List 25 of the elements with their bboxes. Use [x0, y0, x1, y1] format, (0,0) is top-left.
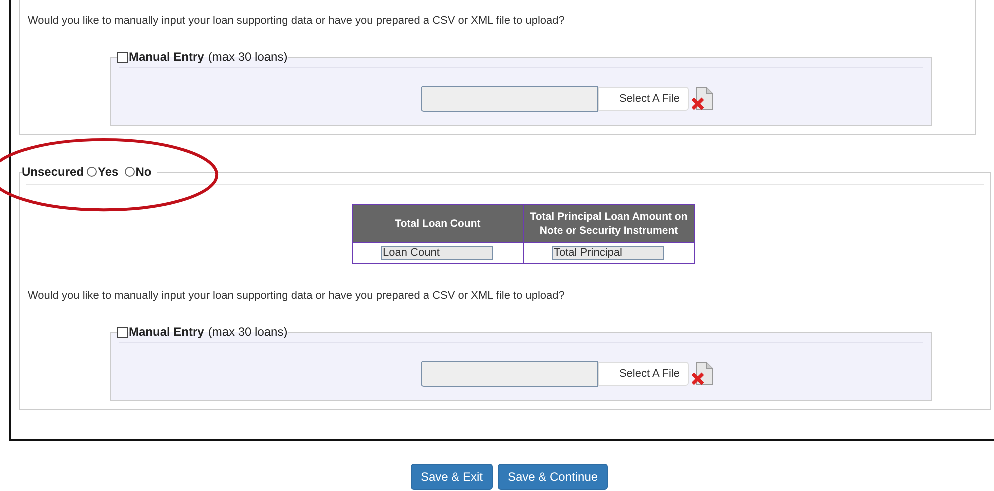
file-path-field[interactable]: [421, 86, 598, 112]
manual-entry-note: (max 30 loans): [208, 50, 288, 64]
radio-button[interactable]: [124, 167, 135, 177]
manual-entry-checkbox[interactable]: [117, 326, 128, 338]
upload-question: Would you like to manually input your loan supporting data or have you prepared a CSV or XML file to upload?: [28, 14, 566, 28]
file-path-field[interactable]: [421, 361, 598, 387]
manual-entry-label: Manual Entry: [129, 325, 204, 339]
amount-field[interactable]: Loan Count: [381, 246, 493, 260]
save-button[interactable]: Save & Continue: [498, 464, 608, 490]
delete-file-icon[interactable]: [692, 87, 714, 111]
save-button[interactable]: Save & Exit: [410, 464, 493, 490]
select-file-button[interactable]: Select A File: [598, 87, 689, 111]
unsecured-label: Unsecured: [22, 165, 84, 179]
manual-entry-note: (max 30 loans): [208, 325, 288, 339]
radio-label: Yes: [98, 165, 119, 179]
table-header: Total Loan Count: [352, 204, 524, 242]
manual-entry-checkbox[interactable]: [117, 52, 128, 62]
amount-field[interactable]: Total Principal: [552, 246, 664, 260]
select-file-button[interactable]: Select A File: [598, 362, 689, 386]
delete-file-icon[interactable]: [692, 362, 714, 386]
table-header: Total Principal Loan Amount on Note or Security Instrument: [524, 204, 694, 242]
radio-button[interactable]: [87, 167, 98, 177]
radio-label: No: [136, 165, 152, 179]
manual-entry-label: Manual Entry: [129, 50, 204, 64]
upload-question: Would you like to manually input your loan supporting data or have you prepared a CSV or XML file to upload?: [28, 289, 566, 303]
